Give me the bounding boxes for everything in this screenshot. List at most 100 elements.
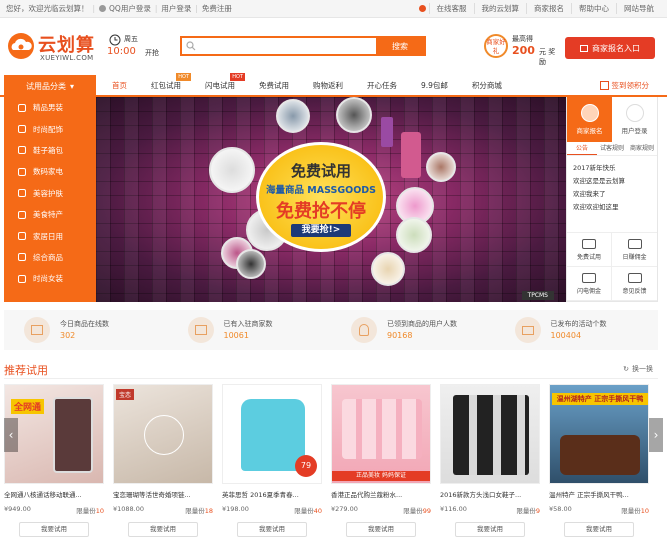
limit-count: 40 (313, 507, 322, 515)
merchant-tab-label: 商家报名 (576, 127, 603, 135)
try-button[interactable]: 我要试用 (455, 522, 525, 537)
header: 云划算 XUEYIWL.COM 周五 10:00 开抢 搜索 商家好礼 最高得 … (0, 18, 667, 75)
tab-notice[interactable]: 公告 (567, 142, 597, 155)
welcome-text: 您好，欢迎光临云划算！ (6, 4, 89, 13)
stat-value: 10061 (223, 331, 249, 340)
product-image[interactable]: 79 (222, 384, 322, 484)
nav-free-label: 免费试用 (259, 81, 289, 90)
category-item[interactable]: 数码家电 (4, 161, 96, 182)
promo-title-2: 海量商品 MASSGOODS (265, 185, 377, 196)
product-name: 宝恋珊瑚等活世奇婚项链... (113, 491, 191, 499)
merchant-signup-link[interactable]: 商家报名 (526, 3, 571, 14)
site-nav-link[interactable]: 网站导航 (616, 3, 661, 14)
promo-banner[interactable]: 免费试用 海量商品 MASSGOODS 免费抢不停 我要抢!> TPCMS (96, 97, 566, 302)
my-account-link[interactable]: 我的云划算 (473, 3, 527, 14)
product-image[interactable] (440, 384, 540, 484)
stats-bar: 今日商品在线数 302 已有入驻商家数 10061 已领到商品的用户人数 90168 … (4, 310, 658, 350)
product-card[interactable]: 正品美妆 妈妈保证 香港正品代购兰蔻粉水... ¥279.00 限量份99 我要试… (331, 384, 431, 542)
user-login-tab[interactable]: 用户登录 (612, 97, 657, 142)
reward-amount: 200 (512, 44, 535, 57)
product-card[interactable]: 79 英菲思哲 2016夏季青春... ¥198.00 限量份40 我要试用 (222, 384, 322, 542)
try-button[interactable]: 我要试用 (564, 522, 634, 537)
gift-icon (24, 317, 50, 343)
category-label: 数码家电 (33, 167, 63, 177)
product-card[interactable]: 宝恋 宝恋珊瑚等活世奇婚项链... ¥1088.00 限量份18 我要试用 (113, 384, 213, 542)
category-item[interactable]: 家居日用 (4, 225, 96, 246)
product-name: 英菲思哲 2016夏季青春... (222, 491, 299, 499)
category-item[interactable]: 鞋子箱包 (4, 140, 96, 161)
site-logo[interactable]: 云划算 XUEYIWL.COM (6, 30, 106, 66)
limit-label: 限量份 (516, 507, 536, 515)
qq-login-link[interactable]: QQ用户登录 (109, 3, 151, 14)
edit-icon (599, 81, 609, 90)
help-center-link[interactable]: 帮助中心 (571, 3, 616, 14)
product-price: ¥198.00 (222, 505, 249, 513)
online-service-link[interactable]: 在线客服 (428, 3, 474, 14)
notice-item[interactable]: 欢迎这是是云划算 (573, 175, 651, 188)
clock-time: 10:00 (107, 46, 136, 57)
category-item[interactable]: 时尚配饰 (4, 118, 96, 139)
search-button[interactable]: 搜索 (376, 38, 424, 54)
product-name: 全网通八核通话移动联通... (4, 491, 82, 499)
category-item[interactable]: 综合商品 (4, 247, 96, 268)
try-button[interactable]: 我要试用 (237, 522, 307, 537)
nav-rebate[interactable]: 购物返利 (301, 75, 355, 97)
category-icon (18, 210, 26, 219)
product-card[interactable]: 全网通 全网通八核通话移动联通... ¥949.00 限量份10 我要试用 (4, 384, 104, 542)
promo-cta[interactable]: 我要抢!> (291, 224, 351, 237)
category-menu-head[interactable]: 试用品分类 ▾ (4, 75, 96, 97)
category-item[interactable]: 精品男装 (4, 97, 96, 118)
nav-points[interactable]: 积分商城 (460, 75, 514, 97)
carousel-next-button[interactable]: › (649, 418, 663, 452)
category-icon (18, 103, 26, 112)
sign-in-points[interactable]: 签到领积分 (599, 80, 649, 91)
nav-tasks-label: 开心任务 (367, 81, 397, 90)
category-label: 鞋子箱包 (33, 145, 63, 155)
merchant-signup-button[interactable]: 商家报名入口 (565, 37, 655, 59)
carousel-prev-button[interactable]: ‹ (4, 418, 18, 452)
feedback-icon (627, 272, 642, 283)
service-daily-commission[interactable]: 日赚佣金 (612, 233, 657, 267)
category-label: 综合商品 (33, 252, 63, 262)
nav-home[interactable]: 首页 (100, 75, 139, 97)
product-image[interactable]: 温州湖特产 正宗手撕风干鸭 (549, 384, 649, 484)
nav-99[interactable]: 9.9包邮 (409, 75, 460, 97)
merchant-tab[interactable]: 商家报名 (567, 97, 612, 142)
try-button[interactable]: 我要试用 (128, 522, 198, 537)
nav-redpacket[interactable]: 红包试用 HOT (139, 73, 193, 97)
product-card[interactable]: 温州湖特产 正宗手撕风干鸭 温州特产 正宗手撕风干鸭... ¥58.00 限量份1… (549, 384, 649, 542)
nav-tasks[interactable]: 开心任务 (355, 75, 409, 97)
free-icon (582, 238, 596, 249)
search-input[interactable] (182, 38, 376, 54)
product-price: ¥1088.00 (113, 505, 145, 513)
product-image[interactable]: 全网通 (4, 384, 104, 484)
refresh-button[interactable]: ↻ 换一换 (623, 364, 653, 374)
product-price: ¥279.00 (331, 505, 358, 513)
nav-free[interactable]: 免费试用 (247, 75, 301, 97)
register-link[interactable]: 免费注册 (202, 3, 232, 14)
service-grid: 免费试用 日赚佣金 闪电佣金 意见反馈 (567, 232, 657, 301)
category-label: 时尚配饰 (33, 124, 63, 134)
tab-merchant-rules[interactable]: 商家规则 (627, 142, 657, 155)
chevron-down-icon: ▾ (69, 81, 74, 91)
notice-item[interactable]: 欢迎我来了 (573, 188, 651, 201)
product-image[interactable]: 宝恋 (113, 384, 213, 484)
user-login-link[interactable]: 用户登录 (161, 3, 191, 14)
merchant-reward[interactable]: 商家好礼 最高得 200 元 奖励 (484, 32, 560, 66)
category-item[interactable]: 时尚女装 (4, 268, 96, 289)
product-price: ¥58.00 (549, 505, 572, 513)
category-item[interactable]: 美食特产 (4, 204, 96, 225)
nav-flash-label: 闪电试用 (205, 81, 235, 90)
try-button[interactable]: 我要试用 (19, 522, 89, 537)
nav-flash[interactable]: 闪电试用 HOT (193, 73, 247, 97)
try-button[interactable]: 我要试用 (346, 522, 416, 537)
product-image[interactable]: 正品美妆 妈妈保证 (331, 384, 431, 484)
product-card[interactable]: 2016新款方头浅口女鞋子... ¥116.00 限量份9 我要试用 (440, 384, 540, 542)
tab-tester-rules[interactable]: 试客规则 (597, 142, 627, 155)
notice-item[interactable]: 欢迎欢迎如这里 (573, 201, 651, 214)
service-flash-commission[interactable]: 闪电佣金 (567, 267, 612, 301)
notice-item[interactable]: 2017新年快乐 (573, 162, 651, 175)
service-feedback[interactable]: 意见反馈 (612, 267, 657, 301)
category-item[interactable]: 美容护肤 (4, 183, 96, 204)
service-free-trial[interactable]: 免费试用 (567, 233, 612, 267)
